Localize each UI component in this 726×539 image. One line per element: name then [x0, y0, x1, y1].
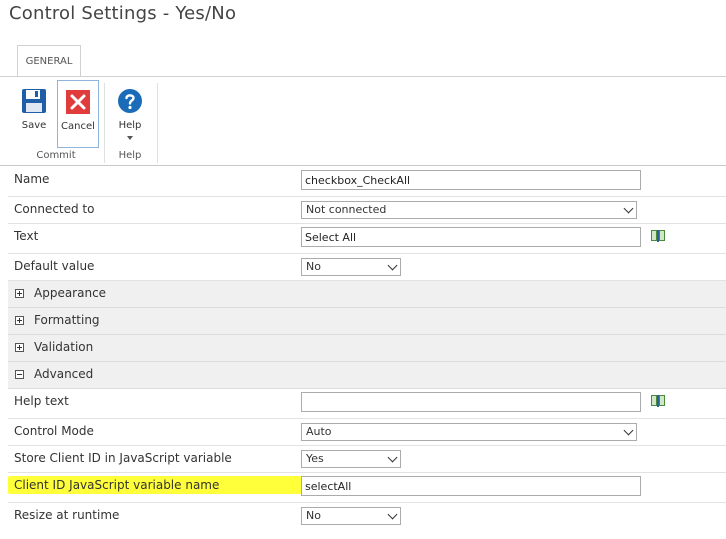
row-control-mode: Control Mode Auto — [8, 419, 726, 446]
red-x-icon — [66, 90, 90, 114]
collapse-icon[interactable] — [15, 370, 24, 379]
row-name: Name — [8, 167, 726, 197]
cancel-button[interactable]: Cancel — [57, 80, 99, 148]
section-validation-label: Validation — [34, 340, 94, 354]
resize-select[interactable]: No — [301, 507, 401, 525]
help-text-input[interactable] — [301, 392, 641, 412]
book-lookup-icon[interactable] — [650, 229, 666, 243]
section-formatting-label: Formatting — [34, 313, 100, 327]
client-id-var-input[interactable] — [301, 476, 641, 496]
control-mode-select[interactable]: Auto — [301, 423, 637, 441]
text-input[interactable] — [301, 227, 641, 247]
control-mode-value: Auto — [306, 425, 332, 438]
save-button[interactable]: Save — [14, 80, 54, 148]
row-text: Text — [8, 224, 726, 254]
default-value-select[interactable]: No — [301, 258, 401, 276]
ribbon-separator — [104, 83, 105, 163]
group-help-label: Help — [118, 150, 142, 161]
floppy-disk-icon — [22, 89, 46, 113]
expand-icon[interactable] — [15, 343, 24, 352]
dropdown-arrow-icon — [127, 136, 133, 140]
default-value-label: Default value — [14, 259, 95, 273]
connected-to-label: Connected to — [14, 202, 95, 216]
help-text-label: Help text — [14, 394, 69, 408]
chevron-down-icon — [623, 425, 634, 436]
row-resize: Resize at runtime No — [8, 503, 726, 530]
row-help-text: Help text — [8, 389, 726, 419]
store-client-id-select[interactable]: Yes — [301, 450, 401, 468]
section-appearance-label: Appearance — [34, 286, 107, 300]
group-commit-label: Commit — [36, 150, 76, 161]
section-formatting[interactable]: Formatting — [8, 308, 726, 335]
expand-icon[interactable] — [15, 289, 24, 298]
chevron-down-icon — [623, 203, 634, 214]
chevron-down-icon — [387, 260, 398, 271]
ribbon-separator — [157, 83, 158, 163]
row-connected-to: Connected to Not connected — [8, 197, 726, 224]
row-store-client-id: Store Client ID in JavaScript variable Y… — [8, 446, 726, 473]
cancel-label: Cancel — [61, 121, 95, 132]
store-client-id-label: Store Client ID in JavaScript variable — [14, 451, 232, 465]
connected-to-value: Not connected — [306, 203, 387, 216]
page-title: Control Settings - Yes/No — [9, 3, 237, 24]
ribbon: Save Cancel Commit Help Help — [0, 76, 726, 166]
question-mark-icon — [118, 89, 142, 113]
settings-grid: Name Connected to Not connected Text Def… — [8, 167, 726, 530]
help-button[interactable]: Help — [108, 80, 152, 148]
row-default-value: Default value No — [8, 254, 726, 281]
section-advanced[interactable]: Advanced — [8, 362, 726, 389]
row-client-id-var: Client ID JavaScript variable name — [8, 473, 726, 503]
save-label: Save — [21, 120, 47, 131]
chevron-down-icon — [387, 452, 398, 463]
control-mode-label: Control Mode — [14, 424, 94, 438]
resize-value: No — [306, 509, 321, 522]
book-lookup-icon[interactable] — [650, 394, 666, 408]
text-label: Text — [14, 229, 39, 243]
name-label: Name — [14, 172, 50, 186]
store-client-id-value: Yes — [306, 452, 324, 465]
section-appearance[interactable]: Appearance — [8, 281, 726, 308]
chevron-down-icon — [387, 509, 398, 520]
help-label: Help — [118, 120, 142, 131]
connected-to-select[interactable]: Not connected — [301, 201, 637, 219]
name-input[interactable] — [301, 170, 641, 190]
ribbon-tabbar: GENERAL — [0, 40, 726, 76]
tab-general[interactable]: GENERAL — [17, 45, 81, 76]
resize-label: Resize at runtime — [14, 508, 120, 522]
section-validation[interactable]: Validation — [8, 335, 726, 362]
section-advanced-label: Advanced — [34, 367, 94, 381]
expand-icon[interactable] — [15, 316, 24, 325]
default-value-value: No — [306, 260, 321, 273]
